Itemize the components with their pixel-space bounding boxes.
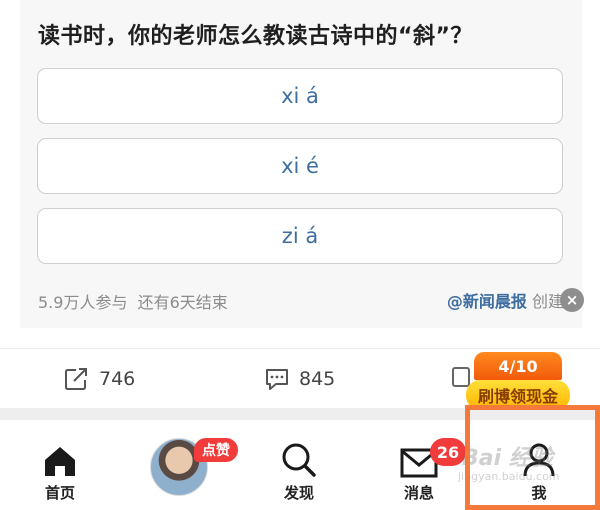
comment-icon bbox=[266, 369, 288, 390]
time-remaining: 还有6天结束 bbox=[137, 293, 228, 312]
tab-avatar[interactable]: 点赞 bbox=[150, 438, 238, 496]
poll-meta: 5.9万人参与 还有6天结束 bbox=[38, 289, 228, 313]
home-icon bbox=[45, 447, 75, 476]
tab-home[interactable]: 首页 bbox=[15, 420, 105, 510]
comment-count: 845 bbox=[299, 368, 336, 390]
search-icon bbox=[282, 443, 316, 477]
tab-messages-label: 消息 bbox=[403, 484, 434, 502]
messages-badge: 26 bbox=[430, 438, 466, 466]
author-link[interactable]: @新闻晨报 bbox=[447, 292, 527, 311]
share-icon bbox=[65, 368, 87, 390]
share-count: 746 bbox=[99, 368, 136, 390]
participant-count: 5.9万人参与 bbox=[38, 293, 128, 312]
share-button[interactable]: 746 bbox=[64, 367, 135, 391]
comment-button[interactable]: 845 bbox=[264, 367, 335, 391]
tab-discover[interactable]: 发现 bbox=[254, 420, 344, 510]
close-icon[interactable]: × bbox=[560, 288, 584, 312]
poll-option-3[interactable]: zi á bbox=[37, 208, 563, 264]
promo-count: 4/10 bbox=[474, 352, 562, 380]
tab-discover-label: 发现 bbox=[283, 484, 314, 502]
poll-option-2[interactable]: xi é bbox=[37, 138, 563, 194]
poll-option-1[interactable]: xi á bbox=[37, 68, 563, 124]
avatar-badge: 点赞 bbox=[194, 438, 238, 462]
highlight-box bbox=[465, 405, 600, 510]
poll-question: 读书时，你的老师怎么教读古诗中的“斜”？ bbox=[38, 24, 473, 49]
poll-source: @新闻晨报 创建 bbox=[447, 288, 564, 312]
tab-home-label: 首页 bbox=[44, 484, 75, 502]
like-icon[interactable] bbox=[452, 367, 470, 387]
